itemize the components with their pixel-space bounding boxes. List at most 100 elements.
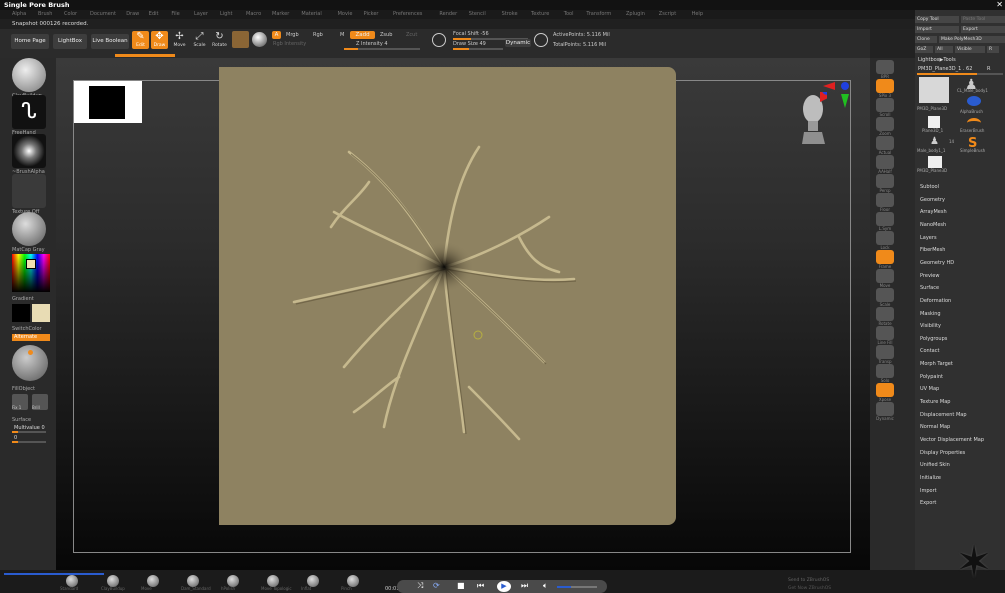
a-button[interactable]: A — [272, 31, 281, 39]
r-button[interactable]: R — [987, 46, 999, 53]
menu-help[interactable]: Help — [692, 11, 703, 17]
m-toggle[interactable]: M — [340, 32, 344, 38]
visible-button[interactable]: Visible — [955, 46, 985, 53]
copy-tool-button[interactable]: Copy Tool — [915, 16, 959, 23]
menu-color[interactable]: Color — [64, 11, 77, 17]
menu-transform[interactable]: Transform — [586, 11, 611, 17]
tool-menu-initialize[interactable]: Initialize — [920, 475, 941, 481]
shelf-line-fill[interactable]: Line Fill — [873, 326, 897, 345]
main-color-swatch[interactable] — [12, 304, 30, 322]
sculpt-plane[interactable] — [219, 67, 676, 525]
color-picker[interactable] — [12, 254, 50, 292]
tool-menu-import[interactable]: Import — [920, 488, 937, 494]
menu-render[interactable]: Render — [439, 11, 457, 17]
tool-menu-vector-displacement-map[interactable]: Vector Displacement Map — [920, 437, 984, 443]
z-intensity-slider[interactable] — [344, 48, 420, 50]
paste-tool-button[interactable]: Paste Tool — [961, 16, 1005, 23]
tool-menu-unified-skin[interactable]: Unified Skin — [920, 462, 950, 468]
r2-label[interactable]: R — [987, 66, 990, 72]
axis-gizmo-icon[interactable] — [821, 80, 849, 110]
shelf-scale[interactable]: Scale — [873, 288, 897, 307]
clone-button[interactable]: Clone — [915, 36, 937, 43]
stop-icon[interactable]: ■ — [457, 581, 465, 590]
tool-menu-contact[interactable]: Contact — [920, 348, 939, 354]
multivalue-slider[interactable] — [12, 431, 46, 433]
shelf-zoom[interactable]: Zoom — [873, 117, 897, 136]
lightbox-button[interactable]: LightBox — [53, 34, 87, 49]
alternate-button[interactable]: Alternate — [12, 334, 50, 341]
shelf-solo[interactable]: Solo — [873, 364, 897, 383]
goz-button[interactable]: GoZ — [915, 46, 933, 53]
fix1-button[interactable]: Fix 1 — [12, 394, 28, 410]
menu-tool[interactable]: Tool — [564, 11, 574, 17]
tool-menu-polypaint[interactable]: Polypaint — [920, 374, 943, 380]
make-polymesh-button[interactable]: Make PolyMesh3D — [939, 36, 1005, 43]
shelf-dynamic[interactable]: Dynamic — [873, 402, 897, 421]
dynamic-button[interactable]: Dynamic — [505, 39, 531, 47]
menu-draw[interactable]: Draw — [126, 11, 139, 17]
shelf-transp[interactable]: Transp — [873, 345, 897, 364]
menu-material[interactable]: Material — [301, 11, 321, 17]
draw-size-slider[interactable] — [453, 48, 503, 50]
edit-button[interactable]: ✎ Edit — [132, 31, 149, 49]
menu-texture[interactable]: Texture — [531, 11, 549, 17]
shelf-frame[interactable]: Frame — [873, 250, 897, 269]
menu-document[interactable]: Document — [90, 11, 116, 17]
shelf-spix-3[interactable]: SPix 3 — [873, 79, 897, 98]
shelf-persp[interactable]: Persp — [873, 174, 897, 193]
menu-movie[interactable]: Movie — [338, 11, 353, 17]
import-button[interactable]: Import — [915, 26, 959, 33]
texture-selector[interactable]: Texture Off — [12, 174, 50, 215]
material-swatch[interactable] — [232, 31, 249, 48]
gradient-label[interactable]: Gradient — [12, 296, 34, 302]
menu-picker[interactable]: Picker — [364, 11, 379, 17]
tool-menu-geometry-hd[interactable]: Geometry HD — [920, 260, 954, 266]
male-body-icon[interactable]: ♟ — [965, 77, 993, 97]
tool-menu-layers[interactable]: Layers — [920, 235, 937, 241]
zcut-toggle[interactable]: Zcut — [406, 32, 417, 38]
rgb-intensity-label[interactable]: Rgb Intensity — [273, 41, 306, 47]
shelf-aahalf[interactable]: AAHalf — [873, 155, 897, 174]
alpha-selector[interactable]: ~BrushAlpha — [12, 134, 50, 175]
tool-menu-deformation[interactable]: Deformation — [920, 298, 951, 304]
lightbox-tools-label[interactable]: Lightbox▶Tools — [918, 57, 956, 63]
tool-menu-displacement-map[interactable]: Displacement Map — [920, 412, 967, 418]
previous-icon[interactable]: ⏮ — [477, 581, 484, 591]
tool-menu-polygroups[interactable]: Polygroups — [920, 336, 947, 342]
secondary-color-swatch[interactable] — [32, 304, 50, 322]
plane3d-small-icon[interactable] — [928, 156, 942, 168]
repeat-icon[interactable]: ⟳ — [433, 581, 440, 590]
shelf-rotate[interactable]: Rotate — [873, 307, 897, 326]
draw-button[interactable]: ✥ Draw — [151, 31, 168, 49]
shelf-lock[interactable]: Lock — [873, 231, 897, 250]
brush-selector[interactable]: ClayBuildup — [12, 58, 50, 99]
menu-zplugin[interactable]: Zplugin — [626, 11, 645, 17]
menu-light[interactable]: Light — [220, 11, 232, 17]
shelf-xpose[interactable]: Xpose — [873, 383, 897, 402]
next-icon[interactable]: ⏭ — [521, 581, 528, 591]
shelf-move[interactable]: Move — [873, 269, 897, 288]
volume-icon[interactable]: 🔈︎ — [543, 581, 548, 591]
menu-marker[interactable]: Marker — [272, 11, 289, 17]
tool-menu-normal-map[interactable]: Normal Map — [920, 424, 950, 430]
color-sphere-icon[interactable] — [252, 32, 267, 47]
z-intensity-label[interactable]: Z Intensity 4 — [356, 41, 388, 47]
zadd-button[interactable]: Zadd — [350, 31, 375, 39]
move-button[interactable]: ✢ Move — [171, 31, 188, 49]
scale-button[interactable]: ⤢ Scale — [191, 31, 208, 49]
eraser-brush-icon[interactable] — [967, 118, 981, 128]
shelf-l-sym[interactable]: L.Sym — [873, 212, 897, 231]
tool-slider[interactable] — [917, 73, 1003, 75]
draw-size-label[interactable]: Draw Size 49 — [453, 41, 486, 47]
fill-object-label[interactable]: FillObject — [12, 386, 35, 392]
brill-button[interactable]: Brill — [32, 394, 48, 410]
tool-menu-nanomesh[interactable]: NanoMesh — [920, 222, 946, 228]
plane3d-thumb[interactable] — [919, 77, 949, 103]
tool-menu-subtool[interactable]: Subtool — [920, 184, 939, 190]
fill-object-sphere[interactable] — [12, 345, 48, 381]
play-icon[interactable]: ▶ — [497, 581, 511, 592]
home-page-button[interactable]: Home Page — [11, 34, 49, 49]
rotate-button[interactable]: ↻ Rotate — [211, 31, 228, 49]
menu-alpha[interactable]: Alpha — [12, 11, 26, 17]
tool-menu-geometry[interactable]: Geometry — [920, 197, 945, 203]
